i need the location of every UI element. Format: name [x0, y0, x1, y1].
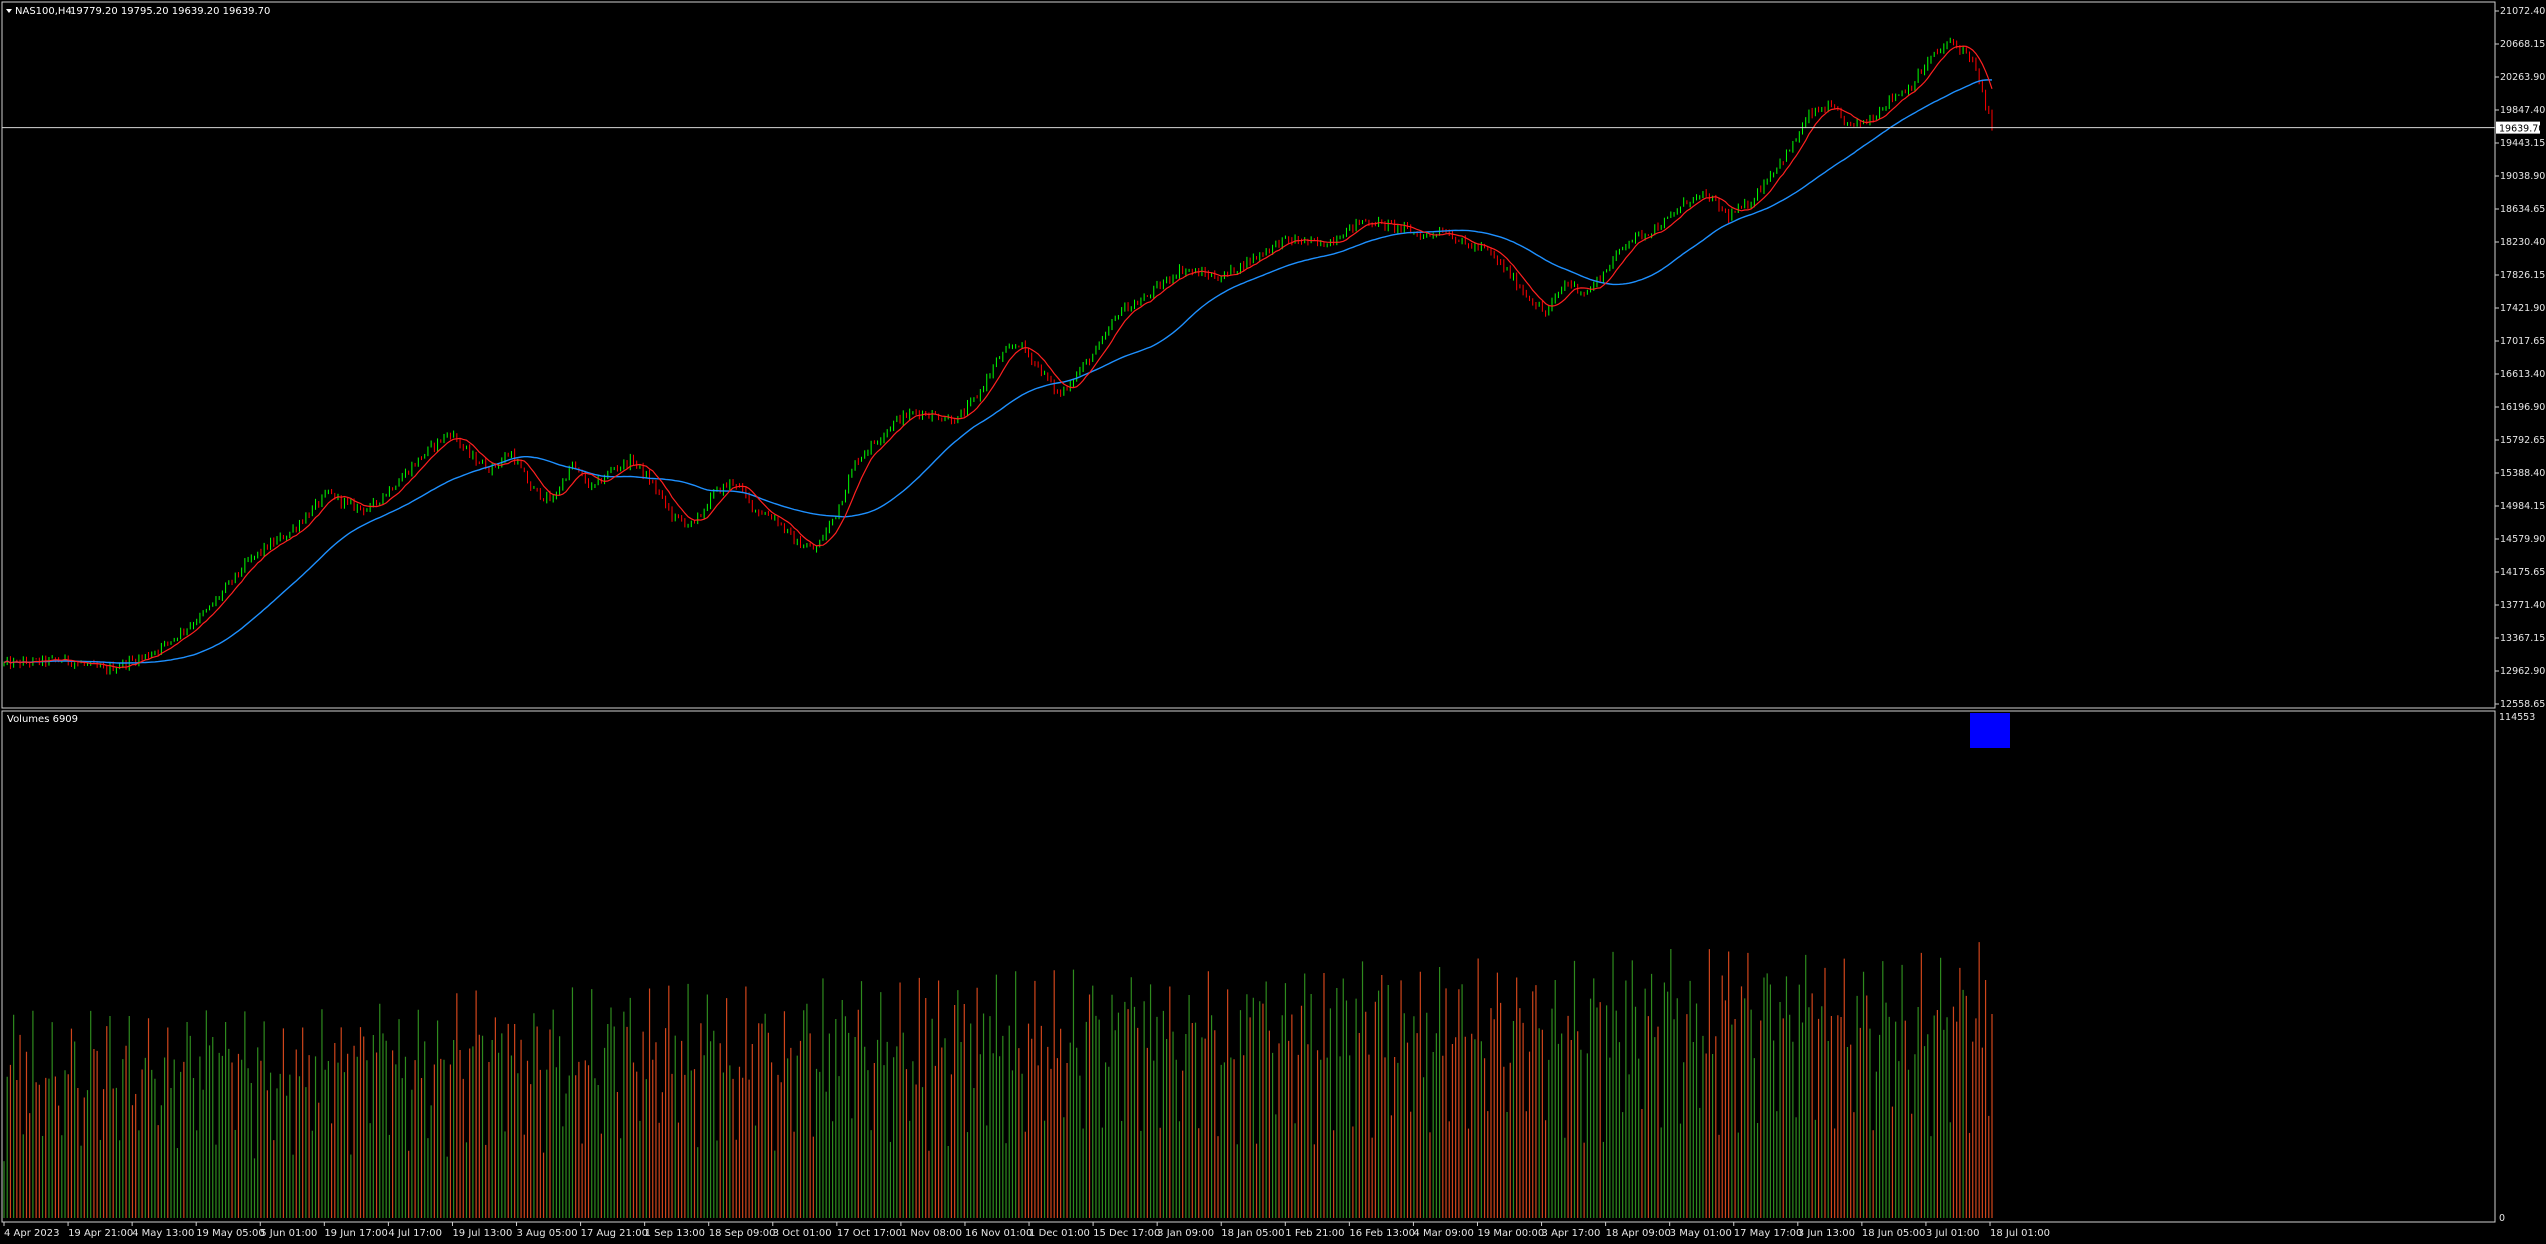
time-tick-label: 19 May 05:00	[196, 1228, 265, 1239]
time-tick-label: 15 Dec 17:00	[1093, 1228, 1160, 1239]
time-tick-label: 19 Mar 00:00	[1477, 1228, 1544, 1239]
fast-moving-average-line	[3, 45, 1993, 669]
time-tick-label: 3 Jan 09:00	[1157, 1228, 1214, 1239]
time-tick-label: 16 Nov 01:00	[965, 1228, 1032, 1239]
time-axis: 4 Apr 2023 19 Apr 21:004 May 13:00 19 May …	[3, 1222, 2050, 1239]
time-tick-label: 3 May 01:00	[1670, 1228, 1732, 1239]
time-tick-label: 5 Jun 01:00	[260, 1228, 317, 1239]
price-tick-label: 15388.40	[2500, 468, 2545, 479]
time-tick-label: 18 Jan 05:00	[1221, 1228, 1284, 1239]
time-tick-label: 17 Oct 17:00	[837, 1228, 902, 1239]
time-tick-label: 4 Apr 2023	[4, 1228, 59, 1239]
price-tick-label: 13771.40	[2500, 600, 2545, 611]
time-tick-label: 19 Apr 21:00	[68, 1228, 133, 1239]
time-tick-label: 19 Jul 13:00	[452, 1228, 512, 1239]
price-tick-label: 15792.65	[2500, 435, 2545, 446]
price-tick-label: 14984.15	[2500, 501, 2545, 512]
time-tick-label: 17 May 17:00	[1734, 1228, 1803, 1239]
time-tick-label: 18 Sep 09:00	[709, 1228, 776, 1239]
time-tick-label: 18 Jul 01:00	[1990, 1228, 2050, 1239]
time-tick-label: 18 Apr 09:00	[1606, 1228, 1671, 1239]
volume-label: Volumes 6909	[7, 714, 78, 725]
time-tick-label: 3 Jul 01:00	[1926, 1228, 1980, 1239]
price-tick-label: 16196.90	[2500, 402, 2545, 413]
symbol-label: NAS100,H4	[15, 6, 72, 17]
time-tick-label: 3 Aug 05:00	[517, 1228, 578, 1239]
ohlc-values: 19779.20 19795.20 19639.20 19639.70	[70, 6, 270, 17]
price-tick-label: 12558.65	[2500, 699, 2545, 710]
time-tick-label: 18 Jun 05:00	[1862, 1228, 1926, 1239]
price-tick-label: 20668.15	[2500, 39, 2545, 50]
time-tick-label: 16 Feb 13:00	[1349, 1228, 1415, 1239]
price-axis: 21072.40 20668.15 20263.90 19847.40 19443.15…	[2495, 6, 2545, 710]
price-tick-label: 18230.40	[2500, 237, 2545, 248]
volume-marker	[1970, 713, 2010, 748]
time-tick-label: 19 Jun 17:00	[324, 1228, 388, 1239]
chart-canvas[interactable]: 19639.70 NAS100,H4 19779.20 19795.20 196…	[0, 0, 2546, 1244]
price-tick-label: 17826.15	[2500, 270, 2545, 281]
current-price-value: 19639.70	[2499, 124, 2544, 135]
volume-top-value: 114553	[2499, 712, 2535, 723]
time-tick-label: 3 Jun 13:00	[1798, 1228, 1855, 1239]
volume-bottom-value: 0	[2499, 1213, 2505, 1224]
time-tick-label: 3 Oct 01:00	[773, 1228, 832, 1239]
price-tick-label: 12962.90	[2500, 666, 2545, 677]
price-tick-label: 19847.40	[2500, 105, 2545, 116]
time-tick-label: 3 Apr 17:00	[1542, 1228, 1601, 1239]
price-tick-label: 17421.90	[2500, 303, 2545, 314]
price-tick-label: 17017.65	[2500, 336, 2545, 347]
price-tick-label: 21072.40	[2500, 6, 2545, 17]
time-tick-label: 1 Nov 08:00	[901, 1228, 962, 1239]
time-tick-label: 1 Sep 13:00	[645, 1228, 705, 1239]
time-tick-label: 17 Aug 21:00	[581, 1228, 648, 1239]
time-tick-label: 1 Dec 01:00	[1029, 1228, 1090, 1239]
volume-bars	[3, 942, 1993, 1218]
time-tick-label: 1 Feb 21:00	[1285, 1228, 1344, 1239]
price-tick-label: 18634.65	[2500, 204, 2545, 215]
time-tick-label: 4 May 13:00	[132, 1228, 194, 1239]
price-tick-label: 14579.90	[2500, 534, 2545, 545]
price-tick-label: 20263.90	[2500, 72, 2545, 83]
price-panel-frame	[1, 1, 2496, 709]
slow-moving-average-line	[3, 79, 1993, 664]
candles	[3, 37, 1993, 675]
price-tick-label: 16613.40	[2500, 369, 2545, 380]
time-tick-label: 4 Mar 09:00	[1413, 1228, 1473, 1239]
price-tick-label: 19443.15	[2500, 138, 2545, 149]
chart-menu-arrow-icon[interactable]	[6, 9, 12, 13]
time-tick-label: 4 Jul 17:00	[388, 1228, 442, 1239]
price-tick-label: 19038.90	[2500, 171, 2545, 182]
price-tick-label: 13367.15	[2500, 633, 2545, 644]
price-tick-label: 14175.65	[2500, 567, 2545, 578]
